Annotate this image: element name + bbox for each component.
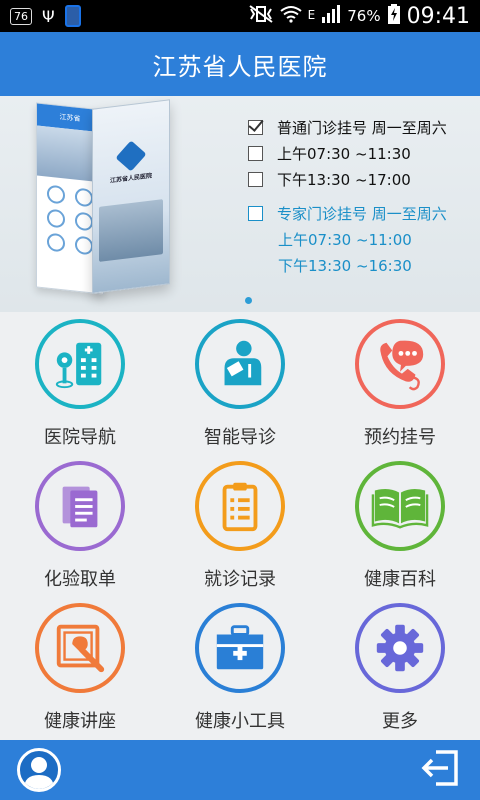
menu-item-lab-report[interactable]: 化验取单 [0, 456, 160, 598]
phone-appointment-icon [355, 319, 445, 409]
menu-item-label: 健康小工具 [195, 711, 285, 732]
menu-item-label: 就诊记录 [204, 569, 276, 590]
menu-item-label: 医院导航 [44, 427, 116, 448]
menu-item-label: 健康百科 [364, 569, 436, 590]
user-profile-button[interactable] [12, 748, 66, 792]
menu-item-label: 化验取单 [44, 569, 116, 590]
menu-item-smart-triage[interactable]: 智能导诊 [160, 314, 320, 456]
hospital-building-image [99, 199, 163, 262]
checkbox-icon [248, 119, 263, 135]
menu-item-health-tools[interactable]: 健康小工具 [160, 598, 320, 740]
menu-item-appointment[interactable]: 预约挂号 [320, 314, 480, 456]
avatar-icon [17, 748, 61, 792]
bottom-bar [0, 740, 480, 800]
usb-icon: Ψ [42, 6, 55, 26]
general-morning-row: 上午07:30 ~11:30 [248, 140, 478, 166]
general-clinic-title: 普通门诊挂号 周一至周六 [277, 118, 447, 137]
menu-grid: 医院导航 智能导诊 预约挂号 化验取单 就诊记录 健康百科 健康讲座 健康小工具… [0, 312, 480, 740]
general-afternoon-row: 下午13:30 ~17:00 [248, 166, 478, 192]
checkbox-icon [248, 171, 263, 187]
lecture-pen-icon [35, 603, 125, 693]
logout-button[interactable] [410, 748, 470, 792]
menu-item-label: 健康讲座 [44, 711, 116, 732]
battery-charging-icon [387, 4, 401, 28]
hospital-navigation-icon [35, 319, 125, 409]
screenshot-icon [64, 5, 81, 27]
medical-kit-icon [195, 603, 285, 693]
menu-item-more[interactable]: 更多 [320, 598, 480, 740]
app-preview-hospital-name: 江苏省人民医院 [109, 172, 152, 185]
battery-percent: 76% [347, 7, 381, 25]
app-preview-phone-front: 江苏省人民医院 [92, 99, 170, 294]
notification-badge: 76 [10, 7, 32, 25]
menu-item-health-encyclopedia[interactable]: 健康百科 [320, 456, 480, 598]
vibrate-mute-icon [248, 5, 274, 27]
page-title: 江苏省人民医院 [152, 52, 328, 81]
promo-banner[interactable]: 江苏省 江苏省人民医院 普通门诊挂号 周一至周六 上午07:30 ~11:30 … [0, 96, 480, 312]
banner-page-indicator [245, 297, 252, 304]
app-bar: 江苏省人民医院 [0, 32, 480, 96]
network-type-label: E [307, 7, 316, 22]
logout-icon [418, 748, 462, 792]
status-bar: 76 Ψ E 76% 09:41 [0, 0, 480, 32]
expert-afternoon-hours: 下午13:30 ~16:30 [278, 256, 412, 275]
hospital-logo-icon [115, 140, 147, 172]
smart-triage-icon [195, 319, 285, 409]
clock-time: 09:41 [406, 3, 470, 29]
expert-clinic-title-row: 专家门诊挂号 周一至周六 [248, 200, 478, 226]
clinic-hours-info: 普通门诊挂号 周一至周六 上午07:30 ~11:30 下午13:30 ~17:… [248, 114, 478, 278]
menu-item-health-lecture[interactable]: 健康讲座 [0, 598, 160, 740]
open-book-icon [355, 461, 445, 551]
clipboard-records-icon [195, 461, 285, 551]
menu-item-hospital-navigation[interactable]: 医院导航 [0, 314, 160, 456]
checkbox-icon [248, 205, 263, 221]
general-afternoon-hours: 下午13:30 ~17:00 [277, 170, 411, 189]
menu-item-label: 智能导诊 [204, 427, 276, 448]
menu-item-visit-records[interactable]: 就诊记录 [160, 456, 320, 598]
gear-icon [355, 603, 445, 693]
checkbox-icon [248, 145, 263, 161]
expert-morning-hours: 上午07:30 ~11:00 [278, 230, 412, 249]
general-clinic-title-row: 普通门诊挂号 周一至周六 [248, 114, 478, 140]
wifi-icon [280, 5, 302, 27]
expert-clinic-title: 专家门诊挂号 周一至周六 [277, 204, 447, 223]
signal-icon [321, 5, 341, 27]
lab-report-icon [35, 461, 125, 551]
menu-item-label: 更多 [382, 711, 418, 732]
general-morning-hours: 上午07:30 ~11:30 [277, 144, 411, 163]
menu-item-label: 预约挂号 [364, 427, 436, 448]
